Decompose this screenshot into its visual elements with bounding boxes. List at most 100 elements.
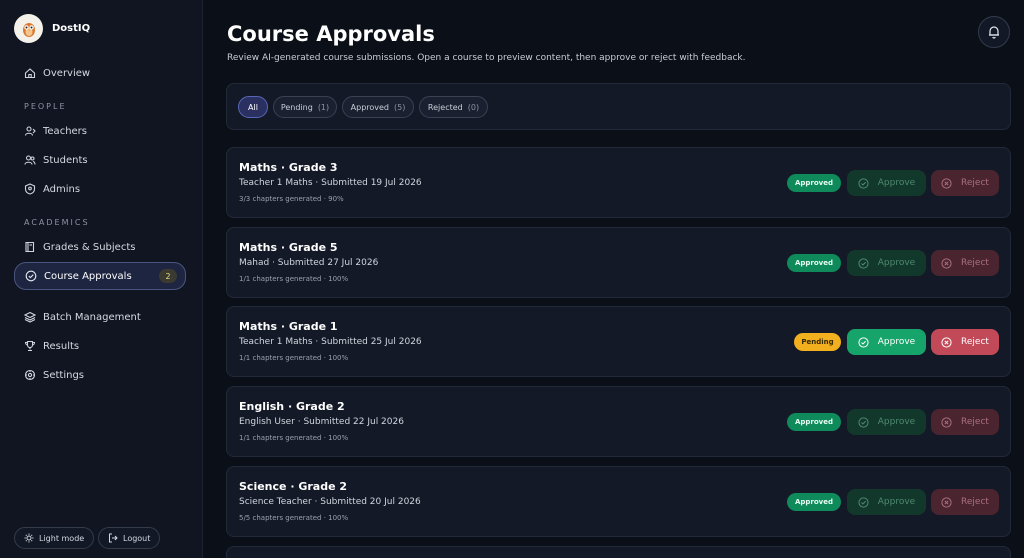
check-circle-icon <box>858 416 869 428</box>
filter-label: Pending <box>280 102 313 112</box>
course-meta: Teacher 1 Maths · Submitted 19 Jul 2026 <box>239 178 422 188</box>
course-meta: Mahad · Submitted 27 Jul 2026 <box>239 258 379 268</box>
reject-button[interactable]: Reject <box>931 250 999 276</box>
course-meta: English User · Submitted 22 Jul 2026 <box>239 417 404 427</box>
sidebar-item-settings[interactable]: Settings <box>14 363 186 387</box>
reject-label: Reject <box>961 417 989 427</box>
trophy-icon <box>24 340 36 352</box>
pending-count-badge: 2 <box>159 269 177 283</box>
approve-button[interactable]: Approve <box>847 329 926 355</box>
reject-button[interactable]: Reject <box>931 170 999 196</box>
x-circle-icon <box>941 496 952 508</box>
filter-pending[interactable]: Pending (1) <box>273 96 337 118</box>
sidebar-item-label: Admins <box>43 183 81 195</box>
home-icon <box>24 68 36 79</box>
logout-icon <box>109 533 118 543</box>
x-circle-icon <box>941 257 952 269</box>
page-subtitle: Review AI-generated course submissions. … <box>227 53 746 63</box>
status-badge: Pending <box>794 333 841 351</box>
filter-rejected[interactable]: Rejected (0) <box>419 96 488 118</box>
bell-icon <box>989 26 999 39</box>
filter-count: (5) <box>394 102 406 112</box>
course-card[interactable]: Maths · Grade 1 Teacher 1 Maths · Submit… <box>226 306 1011 377</box>
students-icon <box>24 155 36 165</box>
sidebar-item-label: Grades & Subjects <box>43 241 136 253</box>
sidebar-item-students[interactable]: Students <box>14 148 186 172</box>
sidebar-item-grades-subjects[interactable]: Grades & Subjects <box>14 235 186 259</box>
reject-label: Reject <box>961 258 989 268</box>
sidebar-item-overview[interactable]: Overview <box>14 61 186 85</box>
brand-name: DostIQ <box>52 23 91 34</box>
status-badge: Approved <box>787 413 841 431</box>
section-label-people: PEOPLE <box>24 102 67 111</box>
logout-label: Logout <box>123 533 151 543</box>
reject-button[interactable]: Reject <box>931 409 999 435</box>
course-title: Maths · Grade 1 <box>239 320 338 333</box>
sidebar-item-results[interactable]: Results <box>14 334 186 358</box>
filter-label: Approved <box>350 102 390 112</box>
course-title: Science · Grade 2 <box>239 480 348 493</box>
filter-approved[interactable]: Approved (5) <box>342 96 414 118</box>
sidebar-item-label: Teachers <box>43 125 87 137</box>
approve-label: Approve <box>877 258 916 268</box>
filter-label: Rejected <box>427 102 463 112</box>
sidebar-item-label: Students <box>43 154 88 166</box>
approve-label: Approve <box>877 417 916 427</box>
filter-all[interactable]: All <box>238 96 268 118</box>
reject-label: Reject <box>961 178 989 188</box>
sidebar-item-teachers[interactable]: Teachers <box>14 119 186 143</box>
sidebar-item-batch-management[interactable]: Batch Management <box>14 305 186 329</box>
approve-button[interactable]: Approve <box>847 489 926 515</box>
course-progress: 5/5 chapters generated · 100% <box>239 514 349 522</box>
light-mode-button[interactable]: Light mode <box>14 527 95 549</box>
teachers-icon <box>24 126 36 136</box>
approve-label: Approve <box>877 497 916 507</box>
course-progress: 1/1 chapters generated · 100% <box>239 275 349 283</box>
approve-button[interactable]: Approve <box>847 250 926 276</box>
owl-logo-icon <box>14 14 43 43</box>
check-circle-icon <box>858 257 869 269</box>
page-title: Course Approvals <box>227 22 435 46</box>
section-label-academics: ACADEMICS <box>24 218 90 227</box>
approve-button[interactable]: Approve <box>847 409 926 435</box>
course-progress: 1/1 chapters generated · 100% <box>239 354 349 362</box>
approve-label: Approve <box>877 178 916 188</box>
reject-button[interactable]: Reject <box>931 489 999 515</box>
x-circle-icon <box>941 336 952 348</box>
course-meta: Teacher 1 Maths · Submitted 25 Jul 2026 <box>239 337 422 347</box>
status-badge: Approved <box>787 254 841 272</box>
approve-label: Approve <box>877 337 916 347</box>
sidebar-item-label: Results <box>43 340 80 352</box>
status-badge: Approved <box>787 174 841 192</box>
sidebar-item-course-approvals[interactable]: Course Approvals 2 <box>14 262 186 290</box>
reject-button[interactable]: Reject <box>931 329 999 355</box>
approve-button[interactable]: Approve <box>847 170 926 196</box>
sidebar: DostIQ Overview PEOPLE Teachers Students… <box>0 0 203 558</box>
layers-icon <box>24 311 36 323</box>
filter-label: All <box>248 102 258 112</box>
logout-button[interactable]: Logout <box>98 527 161 549</box>
course-card[interactable]: Maths · Grade 3 Teacher 1 Maths · Submit… <box>226 147 1011 218</box>
sun-icon <box>24 533 34 543</box>
check-circle-icon <box>25 270 37 282</box>
reject-label: Reject <box>961 337 989 347</box>
brand[interactable]: DostIQ <box>14 14 90 43</box>
check-circle-icon <box>858 177 869 189</box>
filter-count: (0) <box>467 102 480 112</box>
settings-icon <box>24 369 36 381</box>
sidebar-item-label: Settings <box>43 369 85 381</box>
check-circle-icon <box>858 496 869 508</box>
notifications-button[interactable] <box>978 16 1010 48</box>
sidebar-item-admins[interactable]: Admins <box>14 177 186 201</box>
admins-icon <box>24 183 36 195</box>
reject-label: Reject <box>961 497 989 507</box>
course-title: Maths · Grade 5 <box>239 241 338 254</box>
status-badge: Approved <box>787 493 841 511</box>
course-card[interactable]: English · Grade 2 English User · Submitt… <box>226 386 1011 457</box>
course-progress: 1/1 chapters generated · 100% <box>239 434 349 442</box>
course-title: English · Grade 2 <box>239 400 345 413</box>
sidebar-item-label: Course Approvals <box>44 270 132 282</box>
course-card[interactable]: Science · Grade 2 Science Teacher · Subm… <box>226 466 1011 537</box>
course-card-partial[interactable] <box>226 546 1011 558</box>
course-card[interactable]: Maths · Grade 5 Mahad · Submitted 27 Jul… <box>226 227 1011 298</box>
